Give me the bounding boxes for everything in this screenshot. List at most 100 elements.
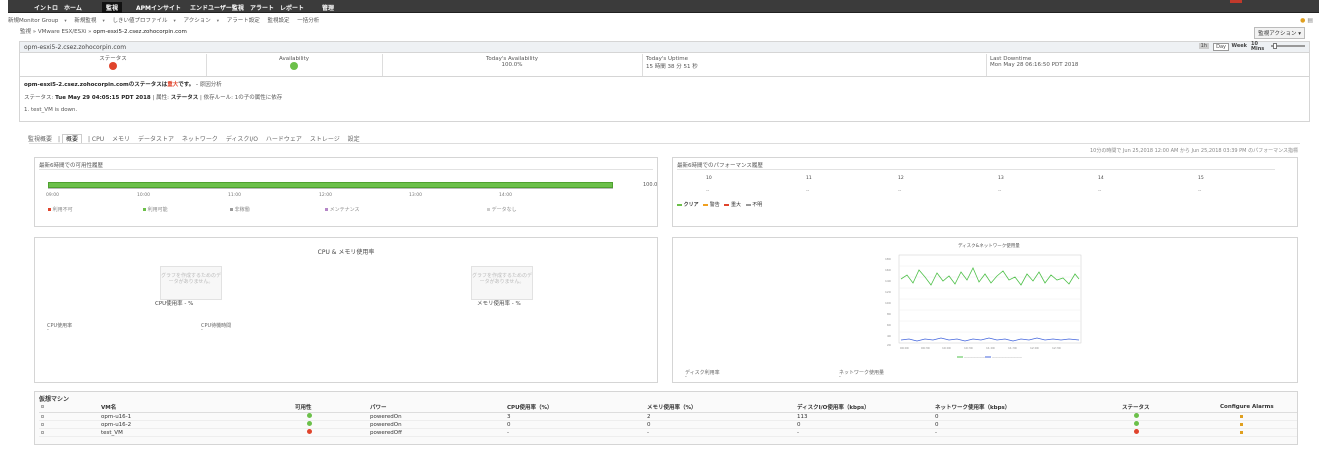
virtual-machines-panel: 仮想マシン VM名 可用性 パワー CPU使用率（%） メモリ使用率（%） ディ… — [34, 391, 1298, 445]
configure-alarm-icon[interactable] — [1240, 430, 1243, 434]
vm-name[interactable]: opm-u16-1 — [99, 412, 293, 421]
perf-cell-0[interactable]: -- — [706, 189, 709, 194]
status-clear-icon — [1134, 421, 1139, 426]
brand-logo-strip — [1230, 0, 1242, 3]
period-week[interactable]: Week — [1232, 43, 1247, 49]
perf-hour-4: 14 — [1098, 176, 1104, 181]
perf-cell-1[interactable]: -- — [806, 189, 809, 194]
col-status[interactable]: ステータス — [1120, 402, 1218, 413]
svg-text:11:30: 11:30 — [1008, 346, 1017, 350]
tab-datastore[interactable]: データストア — [138, 136, 174, 143]
nav-apm-insight[interactable]: APMインサイト — [136, 3, 181, 12]
monitor-actions-button[interactable]: 監視アクション ▾ — [1254, 27, 1305, 39]
subnav-new-monitor[interactable]: 新規監視 — [74, 18, 96, 24]
tab-cpu[interactable]: CPU — [92, 136, 104, 143]
perf-hour-3: 13 — [998, 176, 1004, 181]
svg-text:160: 160 — [885, 268, 891, 272]
col-power[interactable]: パワー — [368, 402, 505, 413]
period-1h[interactable]: 1h — [1198, 43, 1209, 49]
nav-end-user-monitoring[interactable]: エンドユーザー監視 — [190, 3, 244, 12]
vm-network: 0 — [933, 420, 1120, 429]
row-checkbox[interactable] — [41, 430, 44, 434]
help-icon[interactable]: ● — [1300, 17, 1305, 24]
svg-text:10:00: 10:00 — [942, 346, 951, 350]
status-cell: ステータス — [20, 54, 206, 72]
legend-available-label: 利用可能 — [147, 207, 168, 213]
nav-home[interactable]: ホーム — [64, 3, 82, 12]
tab-disk-io[interactable]: ディスクI/O — [226, 136, 258, 143]
select-all-checkbox[interactable] — [41, 405, 44, 408]
disk-network-title: ディスク&ネットワーク使用量 — [958, 244, 1020, 249]
col-cpu[interactable]: CPU使用率（%） — [505, 402, 645, 413]
table-row[interactable]: opm-u16-2 poweredOn 0 0 0 0 — [39, 420, 1297, 429]
period-day[interactable]: Day — [1213, 43, 1229, 51]
table-row[interactable]: opm-u16-1 poweredOn 3 2 113 0 — [39, 412, 1297, 421]
last-downtime-value: Mon May 28 06:16:50 PDT 2018 — [990, 62, 1079, 68]
vm-name[interactable]: opm-u16-2 — [99, 420, 293, 429]
disk-network-panel: ディスク&ネットワーク使用量 180 160 140 120 100 80 60 40 20… — [672, 237, 1298, 383]
row-checkbox[interactable] — [41, 422, 44, 426]
avail-time-2: 11:00 — [228, 193, 241, 198]
col-configure-alarms[interactable]: Configure Alarms — [1218, 402, 1297, 413]
interval-slider[interactable] — [1271, 43, 1305, 49]
col-availability[interactable]: 可用性 — [293, 402, 368, 413]
disk-usage-value: - — [685, 374, 687, 380]
cpu-gauge-placeholder: グラフを作成するためのデータがありません。 — [160, 266, 222, 300]
legend-maintenance: メンテナンス — [325, 206, 360, 213]
svg-text:180: 180 — [885, 257, 891, 261]
col-vm-name[interactable]: VM名 — [99, 402, 293, 413]
subnav-monitor-settings[interactable]: 監視設定 — [268, 18, 290, 24]
nav-alerts[interactable]: アラート — [250, 3, 274, 12]
availability-up-icon — [307, 413, 312, 418]
configure-alarm-icon[interactable] — [1240, 414, 1243, 418]
vm-name[interactable]: test_VM — [99, 428, 293, 437]
tab-hardware[interactable]: ハードウェア — [266, 136, 302, 143]
memory-gauge-label: メモリ使用率 - % — [477, 301, 521, 307]
svg-text:40: 40 — [887, 334, 891, 338]
tab-settings[interactable]: 設定 — [348, 136, 360, 143]
svg-text:———————: ——————— — [964, 355, 985, 359]
performance-history-panel: 最新6時間でのパフォーマンス履歴 10 11 12 13 14 15 -- --… — [672, 157, 1298, 227]
col-disk-io[interactable]: ディスクI/O使用率（kbps） — [795, 402, 933, 413]
monitor-tabs: 監視概要 | 概要 | CPU メモリ データストア ネットワーク ディスクI/O … — [28, 134, 360, 144]
subnav-new-monitor-group[interactable]: 新規Monitor Group — [8, 18, 58, 24]
availability-history-title: 最新6時間での可用性履歴 — [39, 163, 104, 169]
rca-title: opm-esxi5-2.csez.zohocorpin.comのステータスは重大… — [24, 82, 222, 88]
nav-admin[interactable]: 管理 — [322, 3, 334, 12]
configure-alarm-icon[interactable] — [1240, 422, 1243, 426]
cpu-memory-panel: CPU & メモリ使用率 グラフを作成するためのデータがありません。 グラフを作… — [34, 237, 658, 383]
tab-network[interactable]: ネットワーク — [182, 136, 218, 143]
subnav-bulk-analysis[interactable]: 一括分析 — [297, 18, 319, 24]
tab-monitor-summary[interactable]: 監視概要 — [28, 136, 52, 143]
subnav-threshold-profile[interactable]: しきい値プロファイル — [112, 18, 167, 24]
perf-cell-5[interactable]: -- — [1198, 189, 1201, 194]
todays-availability-cell: Today's Availability 100.0% — [382, 56, 642, 68]
svg-text:120: 120 — [885, 290, 891, 294]
perf-legend-unknown: 不明 — [752, 202, 763, 208]
table-row[interactable]: test_VM poweredOff - - - - — [39, 428, 1297, 437]
perf-cell-4[interactable]: -- — [1098, 189, 1101, 194]
col-network[interactable]: ネットワーク使用率（kbps） — [933, 402, 1120, 413]
perf-cell-3[interactable]: -- — [998, 189, 1001, 194]
subnav-actions[interactable]: アクション — [183, 18, 210, 24]
perf-hour-0: 10 — [706, 176, 712, 181]
nav-monitors[interactable]: 監視 — [102, 2, 123, 13]
print-icon[interactable]: ▤ — [1307, 17, 1313, 24]
legend-inactive: 非稼働 — [230, 206, 250, 213]
subnav-alert-settings[interactable]: アラート設定 — [227, 18, 260, 24]
rca-attr-label: 属性: — [156, 95, 169, 101]
nav-intro[interactable]: イントロ — [34, 3, 58, 12]
vm-memory: - — [645, 428, 795, 437]
breadcrumb-path[interactable]: 監視 » VMware ESX/ESXi » — [20, 29, 93, 35]
row-checkbox[interactable] — [41, 414, 44, 418]
rca-rule-value: 1の子の属性に依存 — [234, 95, 283, 101]
nav-reports[interactable]: レポート — [280, 3, 304, 12]
perf-legend-critical: 重大 — [731, 202, 742, 208]
disk-network-chart[interactable]: 180 160 140 120 100 80 60 40 20 09:00 09:30 10:0… — [869, 250, 1089, 365]
col-memory[interactable]: メモリ使用率（%） — [645, 402, 795, 413]
rca-root-cause-link[interactable]: 原因分析 — [200, 82, 222, 88]
perf-cell-2[interactable]: -- — [898, 189, 901, 194]
tab-memory[interactable]: メモリ — [112, 136, 130, 143]
tab-storage[interactable]: ストレージ — [310, 136, 340, 143]
svg-text:100: 100 — [885, 301, 891, 305]
